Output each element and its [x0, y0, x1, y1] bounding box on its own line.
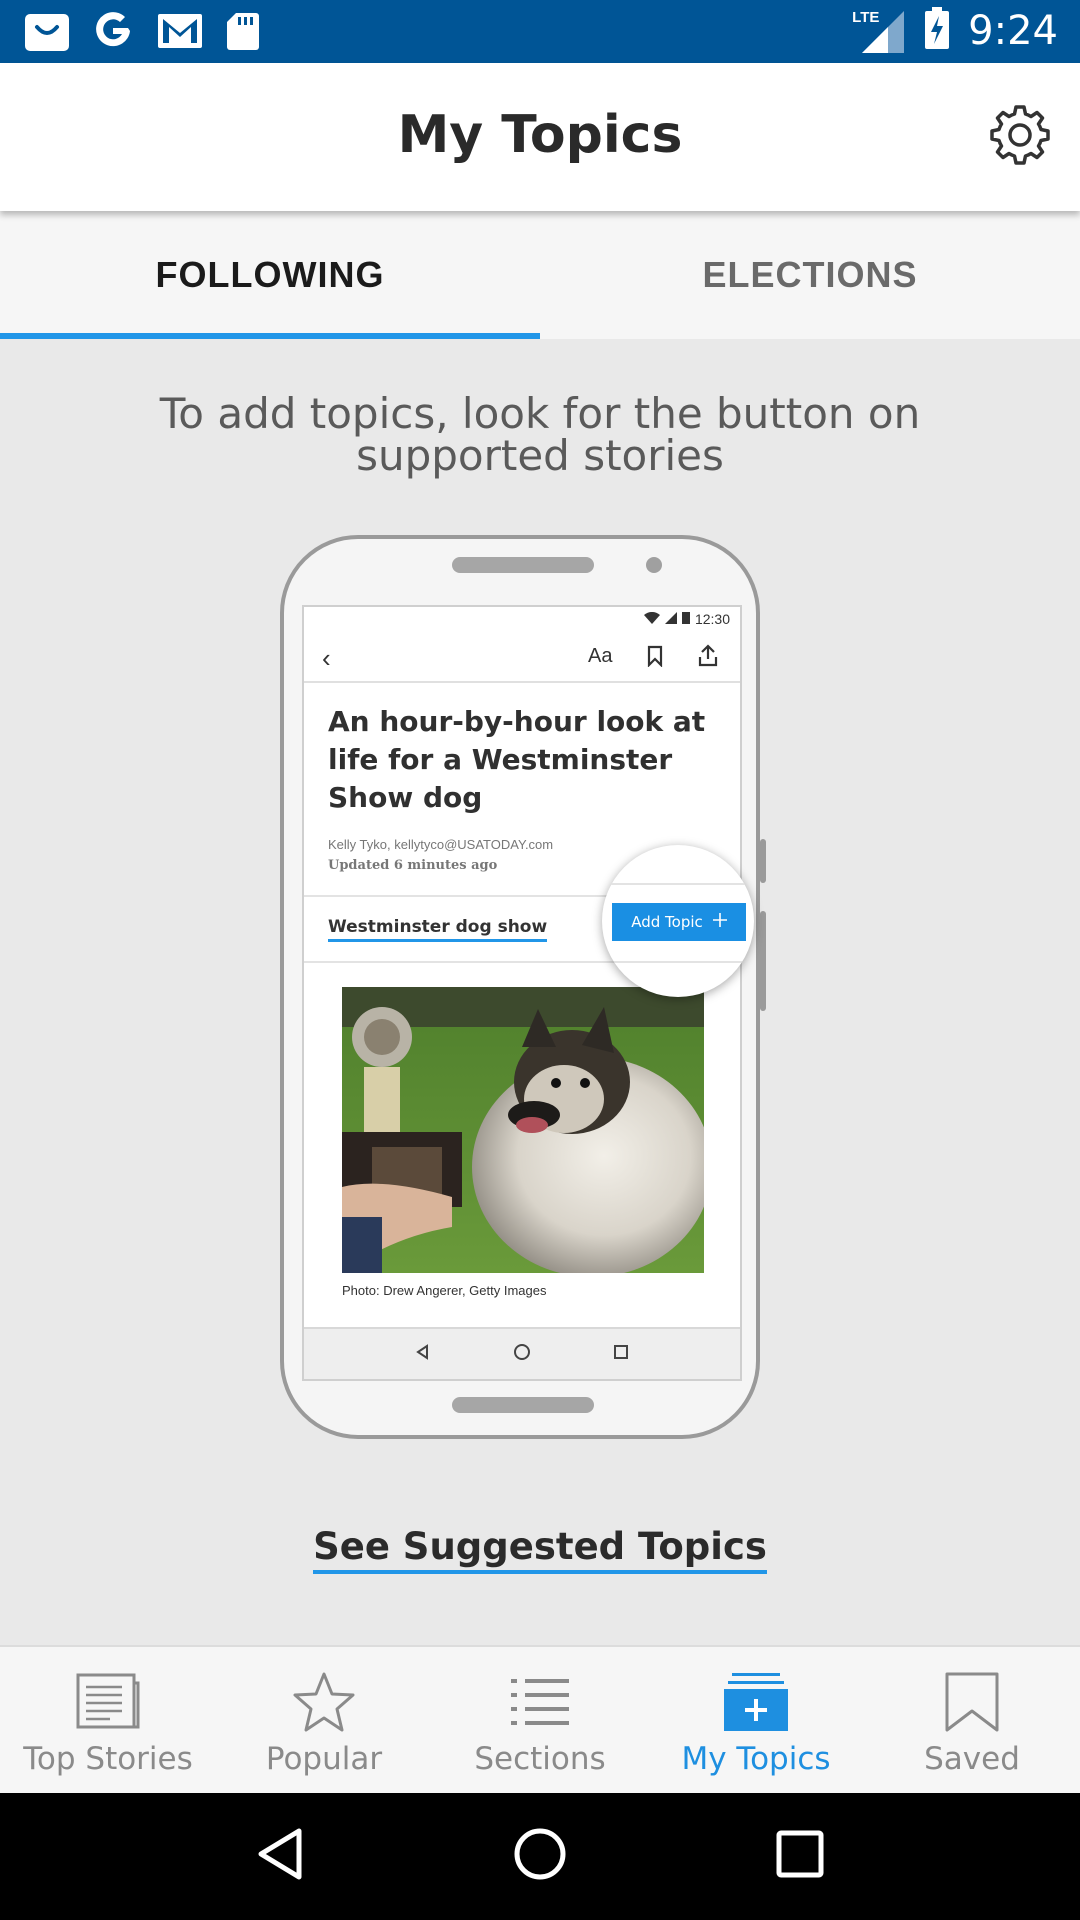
see-suggested-topics-link-wrap: See Suggested Topics — [0, 1525, 1080, 1574]
illustration-updated: Updated 6 minutes ago — [328, 858, 498, 873]
nav-label: Top Stories — [23, 1741, 193, 1777]
nav-label: Sections — [474, 1741, 606, 1777]
nav-label: My Topics — [681, 1741, 831, 1777]
status-time: 9:24 — [968, 7, 1058, 54]
signal-icon — [664, 611, 677, 627]
nav-my-topics[interactable]: My Topics — [648, 1647, 864, 1793]
illustration-status-bar: 12:30 — [643, 611, 730, 627]
nav-label: Popular — [265, 1741, 383, 1777]
tab-bar: FOLLOWING ELECTIONS — [0, 211, 1080, 339]
nav-popular[interactable]: Popular — [216, 1647, 432, 1793]
illustration-toolbar: ‹ Aa — [304, 635, 740, 683]
nav-saved[interactable]: Saved — [864, 1647, 1080, 1793]
illustration-photo-caption: Photo: Drew Angerer, Getty Images — [342, 1283, 547, 1298]
system-back-button[interactable] — [235, 1812, 325, 1902]
add-topic-label: Add Topic — [631, 913, 703, 931]
illustration-nav-bar — [304, 1327, 740, 1379]
page-title: My Topics — [397, 105, 683, 165]
app-header: My Topics — [0, 63, 1080, 211]
gmail-icon — [156, 11, 204, 56]
illustration-byline: Kelly Tyko, kellytyco@USATODAY.com — [328, 837, 554, 852]
star-icon — [292, 1669, 356, 1735]
nav-top-stories[interactable]: Top Stories — [0, 1647, 216, 1793]
text-size-icon: Aa — [588, 645, 613, 667]
home-circle-icon — [513, 1343, 531, 1366]
phone-side-button — [760, 911, 766, 1011]
share-icon — [697, 644, 719, 673]
illustration-headline: An hour-by-hour look at life for a Westm… — [328, 705, 706, 814]
sd-card-icon — [226, 11, 260, 56]
nav-label: Saved — [924, 1741, 1020, 1777]
shopping-bag-icon — [24, 10, 70, 57]
bookmark-icon — [646, 645, 664, 672]
phone-side-button — [760, 839, 766, 883]
system-recents-button[interactable] — [755, 1812, 845, 1902]
lte-signal-icon: LTE — [850, 7, 906, 55]
tab-elections[interactable]: ELECTIONS — [540, 211, 1080, 339]
battery-icon — [681, 611, 690, 627]
back-triangle-icon — [255, 1827, 305, 1886]
recents-square-icon — [776, 1830, 824, 1883]
plus-icon — [712, 913, 727, 931]
phone-speaker — [452, 557, 594, 573]
battery-charging-icon — [924, 6, 950, 55]
back-icon: ‹ — [322, 643, 331, 673]
divider — [602, 883, 754, 885]
divider — [602, 961, 754, 963]
settings-button[interactable] — [986, 103, 1054, 171]
phone-home-bar — [452, 1397, 594, 1413]
empty-state-content: To add topics, look for the button on su… — [0, 339, 1080, 1645]
google-icon — [92, 10, 134, 57]
home-circle-icon — [513, 1827, 567, 1886]
dog-photo — [342, 987, 704, 1273]
add-topic-button-illustration: Add Topic — [612, 903, 746, 941]
gear-icon — [988, 103, 1052, 172]
system-nav-bar — [0, 1793, 1080, 1920]
tab-following[interactable]: FOLLOWING — [0, 211, 540, 339]
system-home-button[interactable] — [495, 1812, 585, 1902]
bottom-nav: Top Stories Popular Sections My Topics S… — [0, 1645, 1080, 1793]
instruction-text: To add topics, look for the button on su… — [159, 389, 921, 480]
back-triangle-icon — [415, 1343, 431, 1365]
phone-camera — [646, 557, 662, 573]
my-topics-icon — [724, 1669, 788, 1735]
status-bar: LTE 9:24 — [0, 0, 1080, 63]
illustration-time: 12:30 — [694, 611, 730, 627]
list-icon — [509, 1669, 571, 1735]
recents-square-icon — [613, 1344, 629, 1365]
wifi-icon — [643, 611, 660, 627]
bookmark-icon — [944, 1669, 1000, 1735]
nav-sections[interactable]: Sections — [432, 1647, 648, 1793]
illustration-topic-link: Westminster dog show — [328, 917, 548, 942]
see-suggested-topics-link[interactable]: See Suggested Topics — [313, 1525, 767, 1574]
newspaper-icon — [76, 1669, 140, 1735]
add-topic-magnifier: Add Topic — [602, 845, 754, 997]
